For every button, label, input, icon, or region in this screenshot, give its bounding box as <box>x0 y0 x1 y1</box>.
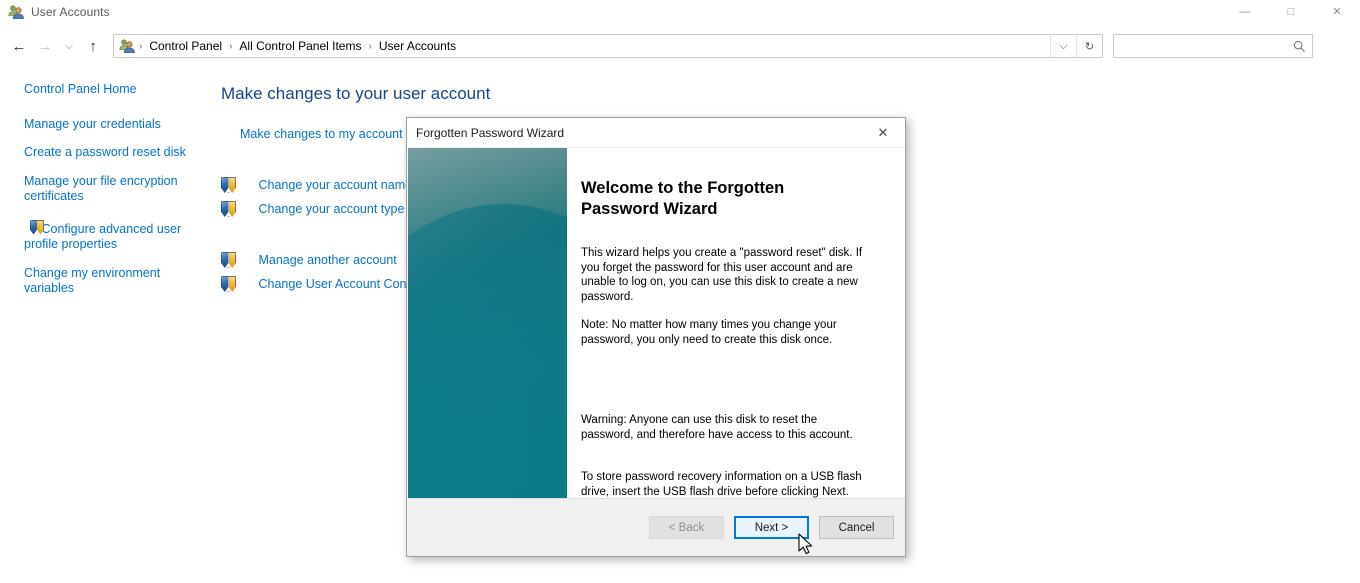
breadcrumb-user-accounts-icon <box>119 38 135 54</box>
wizard-heading: Welcome to the Forgotten Password Wizard <box>581 179 785 218</box>
link-manage-another-account[interactable]: Manage another account <box>221 248 397 272</box>
breadcrumb: › Control Panel › All Control Panel Item… <box>114 35 1050 57</box>
back-icon[interactable]: ← <box>6 31 32 61</box>
breadcrumb-item-user-accounts[interactable]: User Accounts <box>374 37 461 55</box>
window-title: User Accounts <box>31 5 110 19</box>
sidebar-item-change-environment-variables[interactable]: Change my environment variables <box>0 264 200 299</box>
next-button[interactable]: Next > <box>734 516 809 539</box>
breadcrumb-separator: › <box>139 40 143 52</box>
back-button[interactable]: < Back <box>649 516 724 539</box>
sidebar-item-configure-advanced-user-profile-properties[interactable]: Configure advanced user profile properti… <box>0 216 200 255</box>
sidebar-item-label: Create a password reset disk <box>24 145 186 159</box>
recent-locations-icon[interactable]: ⌵ <box>58 31 80 61</box>
address-bar[interactable]: › Control Panel › All Control Panel Item… <box>113 34 1103 58</box>
wizard-paragraph-2: Note: No matter how many times you chang… <box>581 319 837 346</box>
wizard-paragraph-4: To store password recovery information o… <box>581 471 862 498</box>
window-controls: — □ ✕ <box>1222 0 1360 24</box>
shield-icon <box>221 201 236 217</box>
link-change-account-name[interactable]: Change your account name <box>221 173 413 197</box>
breadcrumb-separator: › <box>368 40 372 52</box>
forgotten-password-wizard-dialog: Forgotten Password Wizard ✕ Welcome to t… <box>406 117 906 557</box>
wizard-paragraph-3: Warning: Anyone can use this disk to res… <box>581 414 853 441</box>
dialog-footer: < Back Next > Cancel <box>407 498 905 556</box>
sidebar-item-manage-credentials[interactable]: Manage your credentials <box>0 115 200 135</box>
dialog-title-bar: Forgotten Password Wizard ✕ <box>407 118 905 147</box>
search-box[interactable] <box>1113 34 1313 58</box>
wizard-paragraph-1: This wizard helps you create a "password… <box>581 247 863 303</box>
link-label: Change your account type <box>258 202 405 216</box>
user-accounts-icon <box>8 4 24 20</box>
dialog-body: Welcome to the Forgotten Password Wizard… <box>407 147 905 540</box>
breadcrumb-separator: › <box>229 40 233 52</box>
breadcrumb-item-all-control-panel-items[interactable]: All Control Panel Items <box>234 37 366 55</box>
refresh-icon[interactable]: ↻ <box>1076 35 1102 57</box>
link-label: Change your account name <box>258 178 413 192</box>
window-title-bar: User Accounts — □ ✕ <box>0 0 1360 24</box>
shield-icon <box>30 219 44 235</box>
close-button[interactable]: ✕ <box>1314 0 1360 24</box>
close-icon[interactable]: ✕ <box>861 118 905 147</box>
link-label: Manage another account <box>258 253 397 267</box>
forward-icon[interactable]: → <box>32 31 58 61</box>
dialog-title: Forgotten Password Wizard <box>416 125 565 140</box>
up-icon[interactable]: ↑ <box>80 31 106 61</box>
sidebar-item-create-password-reset-disk[interactable]: Create a password reset disk <box>0 143 200 163</box>
shield-icon <box>221 276 236 292</box>
sidebar-item-manage-file-encryption-certificates[interactable]: Manage your file encryption certificates <box>0 172 200 207</box>
wizard-content-pane: Welcome to the Forgotten Password Wizard… <box>569 148 905 540</box>
breadcrumb-item-control-panel[interactable]: Control Panel <box>144 37 227 55</box>
shield-icon <box>221 177 236 193</box>
wizard-banner-image <box>408 148 567 518</box>
sidebar-item-control-panel-home[interactable]: Control Panel Home <box>0 80 200 100</box>
sidebar: Control Panel Home Manage your credentia… <box>0 66 210 583</box>
cancel-button[interactable]: Cancel <box>819 516 894 539</box>
sidebar-item-label: Manage your file encryption certificates <box>24 173 178 204</box>
minimize-button[interactable]: — <box>1222 0 1268 24</box>
sidebar-item-label: Manage your credentials <box>24 116 161 131</box>
chevron-down-icon[interactable]: ⌵ <box>1050 35 1076 57</box>
sidebar-item-label: Configure advanced user profile properti… <box>24 221 182 252</box>
maximize-button[interactable]: □ <box>1268 0 1314 24</box>
sidebar-item-label: Change my environment variables <box>24 265 161 296</box>
link-change-account-type[interactable]: Change your account type <box>221 197 405 221</box>
navigation-bar: ← → ⌵ ↑ › Control Panel › All Control Pa… <box>0 28 1360 64</box>
banner-sheen <box>408 148 567 518</box>
search-input[interactable] <box>1114 35 1286 57</box>
search-icon[interactable] <box>1286 35 1312 57</box>
page-title: Make changes to your user account <box>221 84 491 103</box>
shield-icon <box>221 252 236 268</box>
